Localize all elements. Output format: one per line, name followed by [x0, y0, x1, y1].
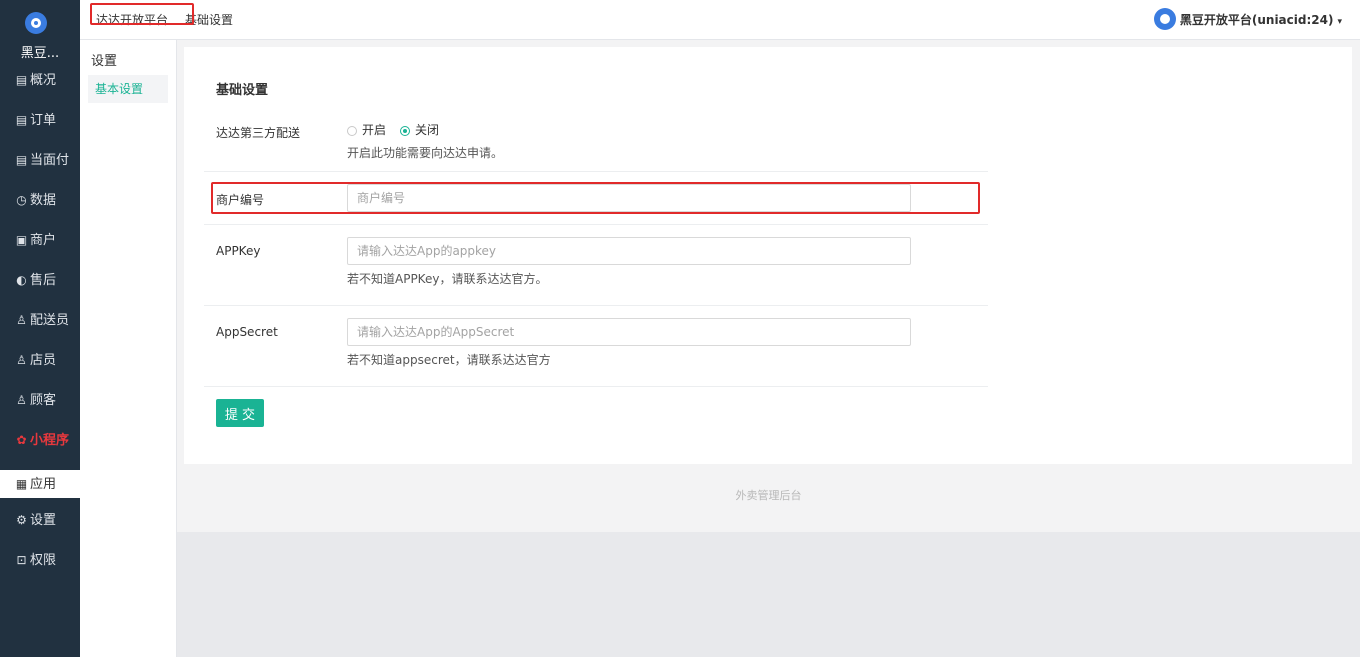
sidebar-item-miniprogram[interactable]: ✿ 小程序 — [0, 424, 80, 464]
user-menu[interactable]: 黑豆开放平台(uniacid:24) ▾ — [1180, 11, 1342, 28]
caret-down-icon: ▾ — [1337, 17, 1342, 27]
dada-delivery-help: 开启此功能需要向达达申请。 — [347, 146, 504, 160]
list-icon: ▤ — [15, 153, 28, 167]
list-icon: ▤ — [15, 113, 28, 127]
content-area: 基础设置 达达第三方配送 开启 关闭 开启此功能需要向达达申请。 商户编号 AP… — [177, 40, 1360, 532]
sub-sidebar: 设置 基本设置 — [80, 0, 177, 657]
footer-text: 外卖管理后台 — [735, 489, 802, 502]
radio-disable[interactable]: 关闭 — [400, 121, 439, 138]
avatar — [1154, 8, 1176, 30]
gear-icon: ⚙ — [16, 513, 27, 527]
sidebar-item-settings[interactable]: ⚙ 设置 — [0, 504, 80, 544]
radio-enable[interactable]: 开启 — [347, 121, 386, 138]
sidebar-item-couriers[interactable]: ♙ 配送员 — [0, 304, 80, 344]
submit-button[interactable]: 提 交 — [216, 399, 264, 427]
dada-delivery-label: 达达第三方配送 — [216, 126, 301, 140]
user-name: 黑豆开放平台(uniacid:24) — [1179, 13, 1334, 27]
appkey-help: 若不知道APPKey，请联系达达官方。 — [347, 272, 548, 286]
brand-name: 黑豆... — [20, 46, 60, 61]
sub-item-basic-settings[interactable]: 基本设置 — [88, 75, 168, 103]
sidebar-item-merchants[interactable]: ▣ 商户 — [0, 224, 80, 264]
dada-delivery-row: 达达第三方配送 开启 关闭 开启此功能需要向达达申请。 — [204, 109, 988, 172]
sidebar-item-permissions[interactable]: ⊡ 权限 — [0, 544, 80, 584]
miniprogram-icon: ✿ — [16, 433, 27, 447]
user-icon: ♙ — [16, 393, 27, 407]
sidebar-item-overview[interactable]: ▤ 概况 — [0, 64, 80, 104]
main-sidebar: 黑豆... ▤ 概况 ▤ 订单 ▤ 当面付 ◷ 数据 ▣ 商户 ◐ 售后 ♙ 配送员 ♙ 店员 … — [0, 0, 80, 657]
dashboard-icon: ▤ — [15, 73, 28, 87]
settings-panel: 基础设置 达达第三方配送 开启 关闭 开启此功能需要向达达申请。 商户编号 AP… — [184, 47, 1352, 464]
sidebar-item-data[interactable]: ◷ 数据 — [0, 184, 80, 224]
top-bar: 达达开放平台 基础设置 黑豆开放平台(uniacid:24) ▾ — [80, 0, 1360, 40]
sidebar-item-aftersales[interactable]: ◐ 售后 — [0, 264, 80, 304]
store-icon: ▣ — [15, 233, 28, 247]
user-icon: ♙ — [16, 313, 27, 327]
apps-icon: ▦ — [15, 477, 28, 491]
annotation-highlight-merchant-id — [211, 182, 980, 214]
appsecret-row: AppSecret 若不知道appsecret，请联系达达官方 — [204, 305, 988, 387]
sidebar-item-apps[interactable]: ▦ 应用 — [0, 470, 80, 498]
appkey-label: APPKey — [216, 244, 261, 258]
appkey-input[interactable] — [347, 237, 911, 265]
radio-circle-icon — [347, 126, 357, 136]
lock-icon: ⊡ — [16, 553, 27, 567]
appsecret-input[interactable] — [347, 318, 911, 346]
bean-logo-icon[interactable] — [25, 12, 47, 34]
sidebar-item-orders[interactable]: ▤ 订单 — [0, 104, 80, 144]
annotation-highlight-breadcrumb — [90, 3, 194, 25]
section-title: 基础设置 — [216, 83, 269, 98]
radio-checked-icon — [400, 126, 410, 136]
appsecret-help: 若不知道appsecret，请联系达达官方 — [347, 353, 551, 367]
sidebar-item-facepay[interactable]: ▤ 当面付 — [0, 144, 80, 184]
sub-sidebar-title: 设置 — [91, 54, 118, 69]
appkey-row: APPKey 若不知道APPKey，请联系达达官方。 — [204, 224, 988, 306]
main-nav: ▤ 概况 ▤ 订单 ▤ 当面付 ◷ 数据 ▣ 商户 ◐ 售后 ♙ 配送员 ♙ 店员 ♙ 顾客 ✿ 小… — [0, 64, 80, 584]
sidebar-item-clerks[interactable]: ♙ 店员 — [0, 344, 80, 384]
service-icon: ◐ — [16, 273, 27, 287]
chart-icon: ◷ — [16, 193, 27, 207]
sidebar-item-customers[interactable]: ♙ 顾客 — [0, 384, 80, 424]
user-icon: ♙ — [16, 353, 27, 367]
appsecret-label: AppSecret — [216, 325, 278, 339]
